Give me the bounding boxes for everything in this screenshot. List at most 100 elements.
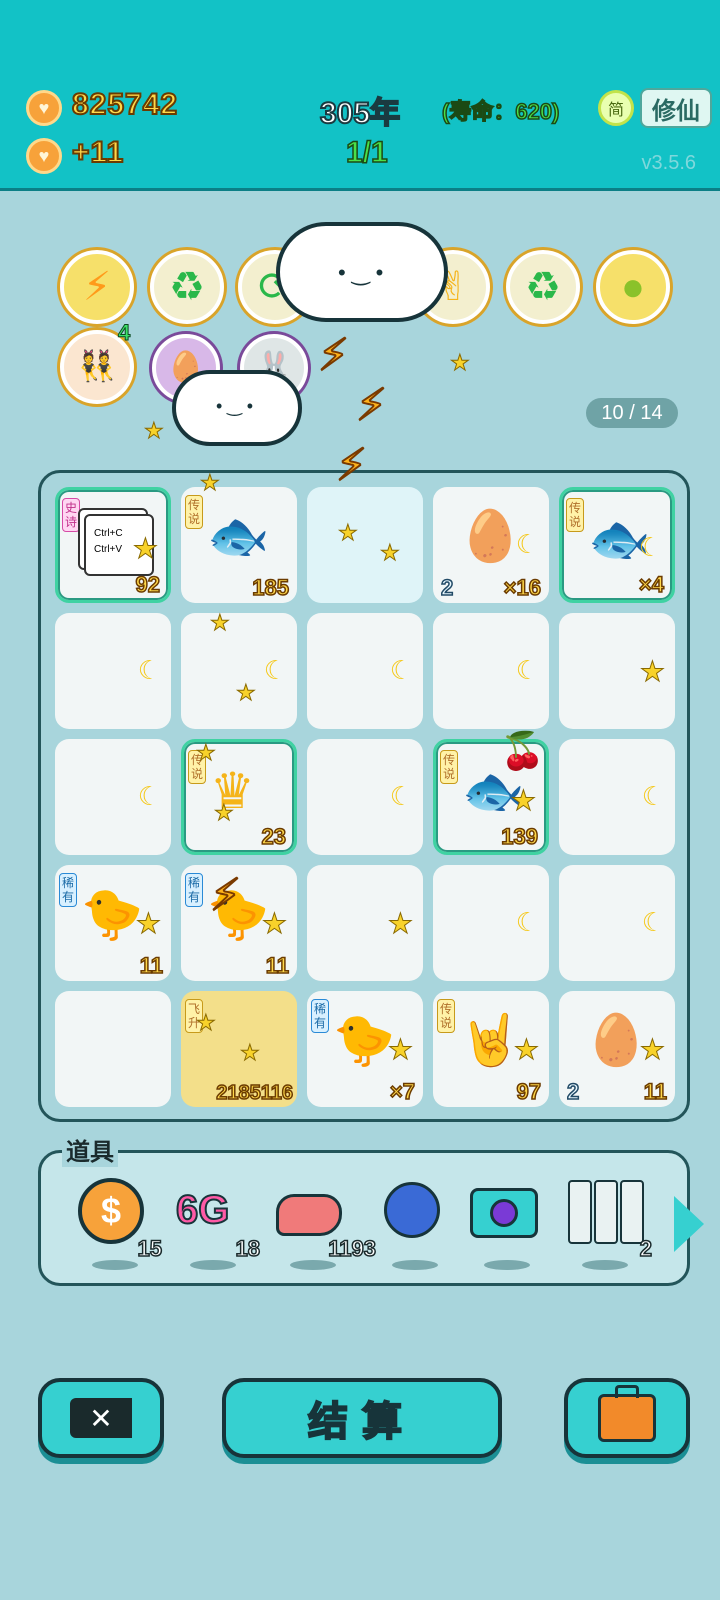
board-cell[interactable]: ☾ <box>559 739 675 855</box>
top-bar: ♥ 825742 ♥ +11 305年 (寿命：620) 1/1 简 修仙 v3… <box>0 0 720 191</box>
rare-cards-icon <box>568 1180 648 1244</box>
star-effect-icon: ★ <box>236 680 257 706</box>
tools-next-arrow-icon[interactable] <box>674 1196 704 1252</box>
6g-icon: 6G <box>175 1187 230 1233</box>
inventory-button[interactable] <box>564 1378 690 1458</box>
moon-icon: ☾ <box>515 907 539 937</box>
tool-count: 15 <box>137 1235 163 1262</box>
star-effect-icon: ★ <box>380 540 401 566</box>
star-icon: ★ <box>135 908 161 940</box>
cloud-effect-icon: • ‿ • <box>172 370 302 446</box>
camera-icon <box>470 1188 538 1238</box>
star-effect-icon: ★ <box>144 418 165 444</box>
moon-icon: ☾ <box>389 655 413 685</box>
game-board: 史诗 Ctrl+C Ctrl+V ★ 92 传说 🐟 185 🥚 ☾ 2 ×16 … <box>38 470 690 1122</box>
board-cell[interactable]: ☾ <box>55 739 171 855</box>
koi-fish-icon: 🐟 <box>207 508 270 564</box>
rarity-tag: 传说 <box>440 750 458 784</box>
moon-icon: ☾ <box>515 655 539 685</box>
cell-count: ×7 <box>389 1078 416 1105</box>
lightning-buff-icon[interactable]: ⚡ <box>60 250 134 324</box>
cultivate-button[interactable]: 修仙 <box>640 88 712 128</box>
cell-count: 23 <box>261 823 287 850</box>
board-cell[interactable]: ☾ <box>559 865 675 981</box>
settle-button[interactable]: 结算 <box>222 1378 502 1458</box>
rarity-tag: 传说 <box>185 495 203 529</box>
board-cell[interactable]: ★ <box>559 613 675 729</box>
exit-button[interactable]: ✕ <box>38 1378 164 1458</box>
cell-count: 97 <box>516 1078 542 1105</box>
board-cell[interactable] <box>307 487 423 603</box>
board-cell[interactable]: ☾ <box>307 613 423 729</box>
tool-slot[interactable]: 2 <box>568 1178 653 1270</box>
tool-slot[interactable]: 1193 <box>276 1178 377 1270</box>
cell-count: 11 <box>265 952 290 979</box>
lightning-effect-icon: ⚡ <box>317 330 350 381</box>
heart-coin-icon: ♥ <box>26 138 62 174</box>
tool-slot[interactable] <box>470 1178 550 1270</box>
board-cell[interactable]: ☾ <box>55 613 171 729</box>
tool-slot[interactable] <box>378 1178 458 1270</box>
cell-left-count: 2 <box>566 1078 580 1105</box>
star-icon: ★ <box>513 1034 539 1066</box>
board-cell[interactable]: 🥚 ★ 2 11 <box>559 991 675 1107</box>
moon-icon: ☾ <box>137 781 161 811</box>
chick-icon: 🐤 <box>81 886 144 942</box>
rarity-tag: 史诗 <box>62 498 80 532</box>
rarity-tag: 稀有 <box>185 873 203 907</box>
star-effect-icon: ★ <box>210 610 231 636</box>
rarity-tag: 传说 <box>437 999 455 1033</box>
cell-count: 2185116 <box>215 1081 293 1105</box>
recycle-buff-icon[interactable]: ♻ <box>150 250 224 324</box>
rarity-tag: 稀有 <box>311 999 329 1033</box>
close-icon: ✕ <box>70 1398 132 1438</box>
buff-badge-count: 4 <box>117 320 131 346</box>
board-cell[interactable]: ☾ <box>433 613 549 729</box>
board-cell[interactable]: 史诗 Ctrl+C Ctrl+V ★ 92 <box>55 487 171 603</box>
board-cell[interactable]: 稀有 🐤 ★ ×7 <box>307 991 423 1107</box>
board-cell[interactable]: 传说 🤘 ★ 97 <box>433 991 549 1107</box>
star-icon: ★ <box>387 908 413 940</box>
star-icon: ★ <box>639 1034 665 1066</box>
egg-icon: 🥚 <box>585 1012 648 1068</box>
blueberry-icon <box>384 1182 440 1238</box>
board-progress: 10 / 14 <box>586 398 678 428</box>
board-cell[interactable]: ☾ <box>433 865 549 981</box>
moon-icon: ☾ <box>515 529 539 559</box>
cell-count: 185 <box>252 574 290 601</box>
cell-count: 92 <box>135 571 161 598</box>
board-cell[interactable]: 传说 🐟 185 <box>181 487 297 603</box>
recycle-buff-icon[interactable]: ♻ <box>506 250 580 324</box>
tools-title: 道具 <box>62 1132 118 1167</box>
board-cell[interactable]: 传说 🐟 🍒 ★ 139 <box>433 730 549 855</box>
tool-count: 2 <box>639 1235 653 1262</box>
star-effect-icon: ★ <box>338 520 359 546</box>
board-cell[interactable]: ☾ <box>307 739 423 855</box>
tool-slot[interactable]: $ 15 <box>78 1178 163 1270</box>
liver-icon <box>276 1194 342 1236</box>
star-effect-icon: ★ <box>240 1040 261 1066</box>
board-cell[interactable]: 稀有 🐤 ★ 11 <box>55 865 171 981</box>
tool-count: 1193 <box>328 1235 377 1262</box>
simplified-toggle-button[interactable]: 简 <box>598 90 634 126</box>
moon-icon: ☾ <box>389 781 413 811</box>
star-icon: ★ <box>132 533 158 565</box>
board-cell[interactable]: ☾ <box>181 613 297 729</box>
star-effect-icon: ★ <box>200 470 221 496</box>
moon-icon: ☾ <box>137 655 161 685</box>
board-cell[interactable]: 飞升 2185116 <box>181 991 297 1107</box>
board-cell[interactable]: 🥚 ☾ 2 ×16 <box>433 487 549 603</box>
tool-slot[interactable]: 6G 18 <box>175 1178 261 1270</box>
board-cell[interactable]: 传说 🐟 ☾ ×4 <box>559 487 675 603</box>
settle-label: 结算 <box>307 1399 416 1445</box>
cell-count: 11 <box>643 1078 668 1105</box>
pomelo-buff-icon[interactable]: ● <box>596 250 670 324</box>
board-cell[interactable] <box>55 991 171 1107</box>
chick-icon: 🐤 <box>333 1012 396 1068</box>
cell-count: ×4 <box>638 571 665 598</box>
heart-coin-icon: ♥ <box>26 90 62 126</box>
lifespan-label: (寿命：620) <box>441 98 560 125</box>
cell-left-count: 2 <box>440 574 454 601</box>
board-cell[interactable]: ★ <box>307 865 423 981</box>
star-icon: ★ <box>510 785 536 817</box>
